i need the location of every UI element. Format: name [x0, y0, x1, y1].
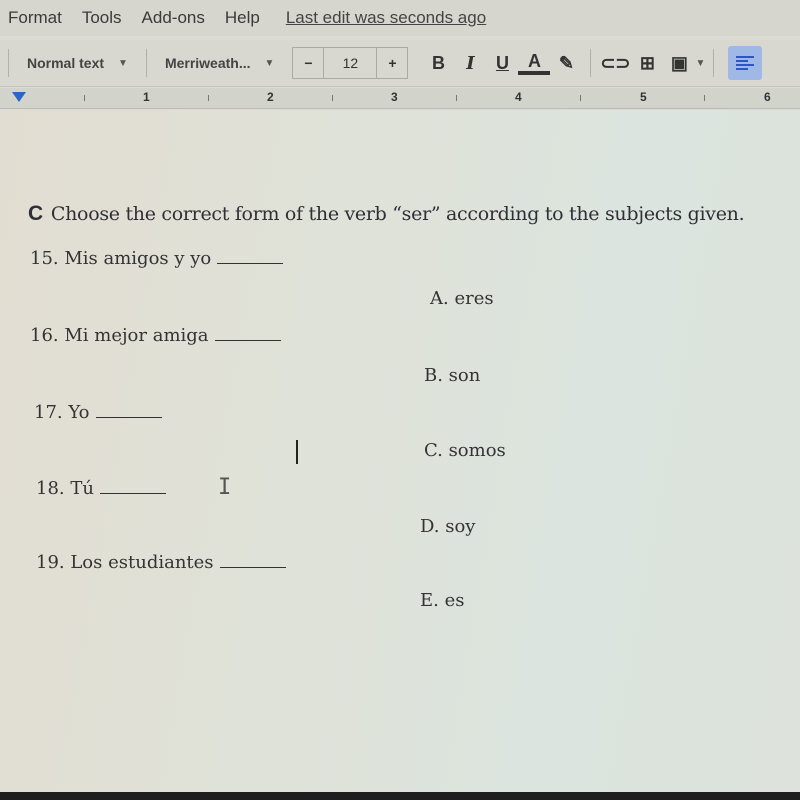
ruler-number: 3 — [391, 90, 398, 104]
toolbar-divider — [145, 49, 147, 77]
option-e: E. es — [420, 590, 465, 611]
ruler-tick — [580, 95, 581, 101]
answer-blank — [99, 479, 166, 494]
option-b: B. son — [424, 365, 481, 386]
italic-button[interactable]: I — [454, 53, 486, 74]
question-16: 16. Mi mejor amiga — [30, 325, 281, 346]
question-18: 18. Tú — [36, 478, 166, 499]
last-edit-link[interactable]: Last edit was seconds ago — [286, 8, 486, 28]
ruler-tick — [208, 95, 209, 101]
section-letter: C — [28, 202, 43, 225]
ruler-tick — [704, 95, 705, 101]
ruler-number: 2 — [267, 90, 274, 104]
link-icon[interactable]: ⊂⊃ — [599, 53, 631, 74]
menu-help[interactable]: Help — [225, 8, 260, 28]
ruler-tick — [332, 95, 333, 101]
chevron-down-icon: ▼ — [264, 57, 275, 69]
align-left-button[interactable] — [728, 46, 763, 80]
ruler-number: 5 — [640, 90, 647, 104]
menu-bar: Format Tools Add-ons Help Last edit was … — [0, 0, 800, 36]
question-text: 17. Yo — [34, 402, 90, 423]
text-color-button[interactable]: A — [518, 51, 551, 75]
font-value: Merriweath... — [164, 55, 251, 71]
menu-format[interactable]: Format — [8, 8, 62, 28]
toolbar-divider — [713, 49, 715, 77]
menu-tools[interactable]: Tools — [82, 8, 122, 28]
answer-blank — [219, 553, 286, 568]
answer-blank — [95, 403, 162, 418]
instructions-text: Choose the correct form of the verb “ser… — [50, 203, 745, 225]
chevron-down-icon[interactable]: ▼ — [695, 58, 705, 69]
insert-image-icon[interactable]: ▣ — [663, 53, 695, 74]
menu-add-ons[interactable]: Add-ons — [142, 8, 205, 28]
question-text: 16. Mi mejor amiga — [30, 325, 209, 346]
underline-button[interactable]: U — [486, 53, 518, 74]
question-17: 17. Yo — [34, 402, 162, 423]
answer-blank — [214, 326, 281, 341]
ruler-tick — [456, 95, 457, 101]
font-size-control: − 12 + — [292, 47, 409, 79]
indent-marker[interactable] — [12, 92, 26, 102]
ruler-number: 1 — [143, 90, 150, 104]
toolbar-divider — [8, 49, 9, 77]
answer-blank — [217, 249, 284, 264]
question-text: 18. Tú — [36, 478, 94, 499]
ruler[interactable]: 1 2 3 4 5 6 — [0, 88, 800, 109]
option-d: D. soy — [420, 516, 476, 537]
decrease-font-size-button[interactable]: − — [293, 55, 323, 71]
font-size-input[interactable]: 12 — [323, 48, 378, 78]
bold-button[interactable]: B — [422, 53, 454, 74]
paragraph-style-value: Normal text — [27, 55, 105, 71]
align-left-icon — [736, 56, 755, 70]
increase-font-size-button[interactable]: + — [377, 55, 407, 71]
ibeam-cursor-icon: I — [218, 475, 232, 500]
ruler-number: 4 — [515, 90, 522, 104]
font-select[interactable]: Merriweath... ▼ — [155, 55, 285, 71]
toolbar-divider — [590, 49, 592, 77]
ruler-number: 6 — [764, 90, 771, 104]
highlight-icon[interactable]: ✎ — [550, 53, 582, 74]
option-a: A. eres — [430, 288, 494, 309]
question-text: 19. Los estudiantes — [36, 552, 214, 573]
chevron-down-icon: ▼ — [118, 57, 128, 69]
section-heading: C Choose the correct form of the verb “se… — [28, 202, 745, 226]
paragraph-style-select[interactable]: Normal text ▼ — [17, 55, 138, 71]
ruler-tick — [84, 95, 85, 101]
add-comment-icon[interactable]: ⊞ — [631, 53, 663, 74]
question-text: 15. Mis amigos y yo — [30, 248, 212, 269]
option-c: C. somos — [424, 440, 506, 461]
document-page[interactable]: C Choose the correct form of the verb “se… — [0, 110, 800, 800]
text-cursor — [296, 440, 298, 464]
screen-bezel — [0, 792, 800, 800]
question-19: 19. Los estudiantes — [36, 552, 286, 573]
question-15: 15. Mis amigos y yo — [30, 248, 284, 269]
toolbar: Normal text ▼ Merriweath... ▼ − 12 + B I… — [0, 40, 800, 87]
